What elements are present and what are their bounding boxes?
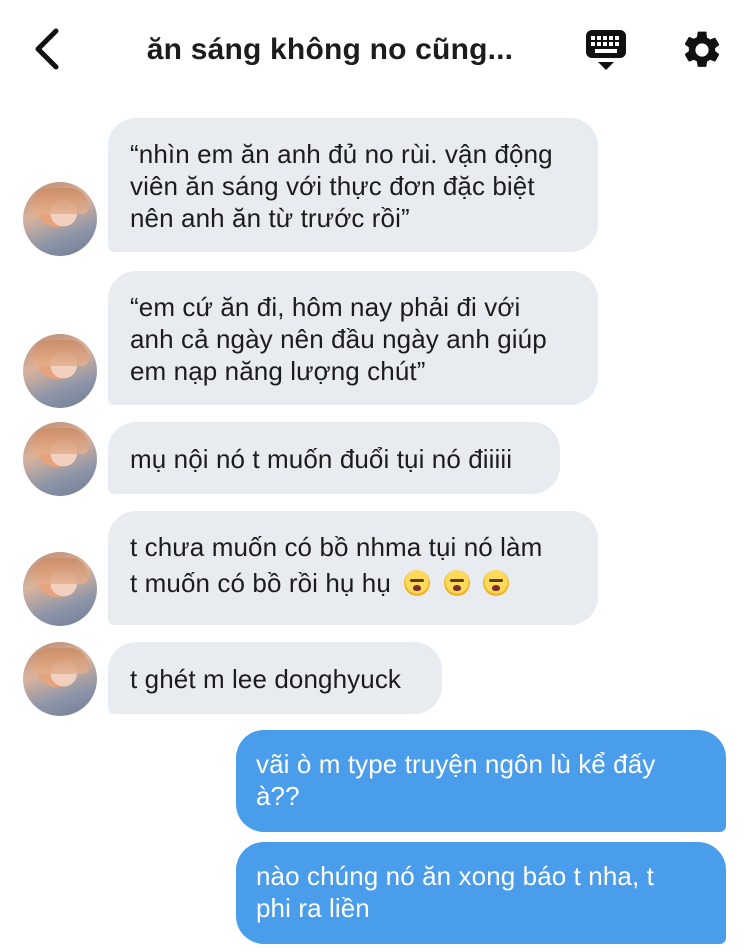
message-line: t ghét m lee donghyuck	[130, 664, 402, 694]
message-line: em nạp năng lượng chút”	[130, 356, 426, 386]
avatar[interactable]	[23, 642, 97, 716]
message-line: phi ra liền	[256, 893, 370, 923]
crying-face-emoji-icon	[482, 570, 509, 596]
keyboard-button[interactable]	[584, 28, 630, 74]
page-title: ăn sáng không no cũng...	[146, 33, 514, 66]
incoming-message-bubble: t ghét m lee donghyuck	[108, 642, 442, 714]
outgoing-message-bubble: nào chúng nó ăn xong báo t nha, t phi ra…	[236, 842, 726, 944]
settings-button[interactable]	[680, 28, 724, 72]
crying-face-emoji-icon	[404, 570, 431, 596]
chat-header: ăn sáng không no cũng...	[0, 0, 750, 100]
incoming-message-bubble: t chưa muốn có bồ nhma tụi nó làm t muốn…	[108, 511, 598, 625]
message-line: nên anh ăn từ trước rồi”	[130, 203, 410, 233]
message-line: vãi ò m type truyện ngôn lù kể đấy	[256, 749, 656, 779]
avatar[interactable]	[23, 334, 97, 408]
outgoing-message-bubble: vãi ò m type truyện ngôn lù kể đấy à??	[236, 730, 726, 832]
chevron-left-icon	[35, 28, 59, 70]
incoming-message-bubble: “nhìn em ăn anh đủ no rùi. vận động viên…	[108, 118, 598, 252]
message-line-with-emojis: t muốn có bồ rồi hụ hụ	[130, 567, 574, 599]
crying-face-emoji-icon	[443, 570, 470, 596]
avatar[interactable]	[23, 552, 97, 626]
keyboard-icon	[586, 30, 626, 70]
message-line: t chưa muốn có bồ nhma tụi nó làm	[130, 532, 543, 562]
message-line: “nhìn em ăn anh đủ no rùi. vận động	[130, 139, 553, 169]
message-line: mụ nội nó t muốn đuổi tụi nó điiiii	[130, 444, 513, 474]
message-line: t muốn có bồ rồi hụ hụ	[130, 568, 391, 598]
message-line: nào chúng nó ăn xong báo t nha, t	[256, 861, 654, 891]
message-line: “em cứ ăn đi, hôm nay phải đi với	[130, 292, 521, 322]
incoming-message-bubble: mụ nội nó t muốn đuổi tụi nó điiiii	[108, 422, 560, 494]
avatar[interactable]	[23, 422, 97, 496]
message-line: à??	[256, 781, 300, 811]
message-line: anh cả ngày nên đầu ngày anh giúp	[130, 324, 547, 354]
back-button[interactable]	[26, 26, 66, 72]
incoming-message-bubble: “em cứ ăn đi, hôm nay phải đi với anh cả…	[108, 271, 598, 405]
avatar[interactable]	[23, 182, 97, 256]
gear-icon	[684, 31, 720, 67]
message-line: viên ăn sáng với thực đơn đặc biệt	[130, 171, 535, 201]
